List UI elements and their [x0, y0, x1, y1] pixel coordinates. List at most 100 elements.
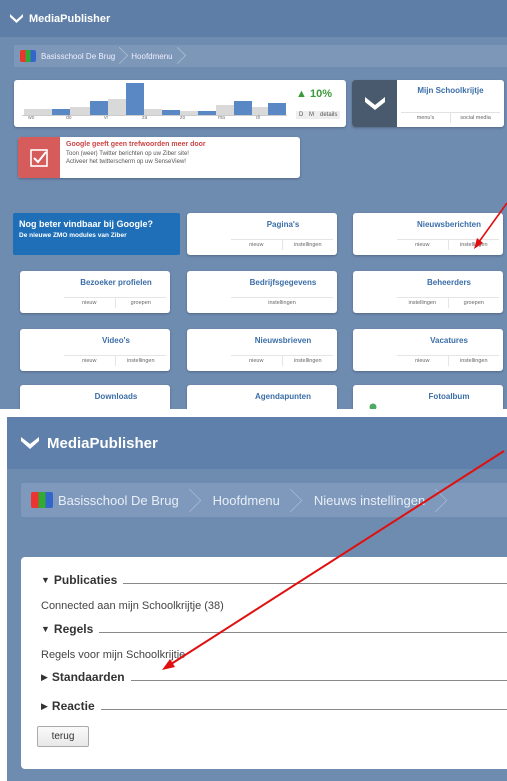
chart-bar [268, 103, 286, 115]
settings-button[interactable]: instellingen [231, 298, 333, 308]
module-vacatures[interactable]: Vacatures nieuw instellingen [353, 329, 503, 371]
module-beheerders[interactable]: Beheerders instellingen groepen [353, 271, 503, 313]
chart-day-label: do [66, 115, 72, 121]
groups-button[interactable]: groepen [114, 298, 167, 308]
publicaties-item[interactable]: Connected aan mijn Schoolkrijtje (38) [41, 600, 224, 612]
text-page-icon: T [187, 213, 227, 255]
new-button[interactable]: nieuw [397, 240, 448, 250]
breadcrumb-home[interactable]: Basisschool De Brug [14, 45, 125, 67]
chart-day-label: vr [104, 115, 109, 121]
social-media-button[interactable]: social media [450, 113, 500, 123]
brand-chevron-icon [21, 437, 39, 449]
breadcrumb-nieuws-instellingen[interactable]: Nieuws instellingen [304, 483, 449, 517]
settings-button[interactable]: instellingen [281, 240, 334, 250]
calendar-icon [187, 385, 227, 409]
settings-button[interactable]: instellingen [114, 356, 167, 366]
visitor-bar-chart [22, 83, 287, 116]
module-name: Nieuwsberichten [416, 220, 481, 229]
chart-day-label: di [256, 115, 260, 121]
download-icon [20, 385, 60, 409]
module-name: Pagina's [266, 220, 300, 229]
schoolkrijtje-icon [352, 80, 397, 127]
chart-bar [162, 110, 180, 115]
brand-chevron-icon [10, 14, 23, 23]
visitor-stats-card: wo do vr za zo ma di ▲ 10% D M details [14, 80, 346, 127]
settings-button[interactable]: instellingen [447, 356, 500, 366]
module-name: Beheerders [426, 278, 472, 287]
new-button[interactable]: nieuw [397, 356, 448, 366]
notice-line: Activeer het twitterscherm op uw SenseVi… [66, 159, 186, 165]
section-standaarden[interactable]: ▶ Standaarden [41, 670, 507, 684]
module-nieuwsbrieven[interactable]: Nieuwsbrieven nieuw instellingen [187, 329, 337, 371]
module-name: Bezoeker profielen [80, 278, 152, 287]
tile-title: Mijn Schoolkrijtje [417, 86, 484, 95]
menus-button[interactable]: menu's [401, 113, 450, 123]
module-videos[interactable]: Video's nieuw instellingen [20, 329, 170, 371]
chart-day-label: wo [28, 115, 35, 121]
news-settings-screenshot: MediaPublisher Basisschool De Brug Hoofd… [7, 417, 507, 781]
expanded-triangle-icon: ▼ [41, 575, 50, 585]
module-nieuwsberichten[interactable]: Nieuwsberichten nieuw instellingen [353, 213, 503, 255]
module-name: Bedrijfsgegevens [249, 278, 317, 287]
section-reactie[interactable]: ▶ Reactie [41, 699, 507, 713]
section-divider [123, 582, 507, 584]
section-title: Publicaties [53, 573, 118, 587]
module-agendapunten[interactable]: Agendapunten nieuwinstellingen [187, 385, 337, 409]
new-button[interactable]: nieuw [64, 356, 115, 366]
back-button[interactable]: terug [37, 726, 89, 747]
person-icon [353, 329, 393, 371]
breadcrumb-hoofdmenu[interactable]: Hoofdmenu [125, 45, 182, 67]
app-header: MediaPublisher [0, 0, 507, 37]
settings-panel: ▼ Publicaties Connected aan mijn Schoolk… [21, 557, 507, 769]
info-icon: i [187, 271, 227, 313]
breadcrumb-home[interactable]: Basisschool De Brug [21, 483, 203, 517]
collapsed-triangle-icon: ▶ [41, 671, 48, 682]
promo-title: Nog beter vindbaar bij Google? [19, 219, 154, 229]
expanded-triangle-icon: ▼ [41, 624, 50, 634]
chart-day-label: ma [218, 115, 225, 121]
svg-text:i: i [205, 286, 209, 300]
breadcrumb: Basisschool De Brug Hoofdmenu Nieuws ins… [21, 483, 507, 517]
module-fotoalbum[interactable]: Fotoalbum groepeninstellingen [353, 385, 503, 409]
groups-button[interactable]: groepen [447, 298, 500, 308]
chart-day-label: za [142, 115, 148, 121]
settings-button[interactable]: instellingen [397, 298, 448, 308]
svg-text:T: T [203, 228, 211, 242]
new-button[interactable]: nieuw [231, 356, 282, 366]
new-button[interactable]: nieuw [64, 298, 115, 308]
chart-bar [90, 101, 108, 115]
zmo-promo-banner[interactable]: Nog beter vindbaar bij Google? De nieuwe… [13, 213, 180, 255]
chart-bar [108, 99, 126, 115]
settings-button[interactable]: instellingen [447, 240, 500, 250]
chart-bar [198, 111, 216, 115]
module-name: Video's [102, 336, 130, 345]
collapsed-triangle-icon: ▶ [41, 700, 48, 711]
module-paginas[interactable]: T Pagina's nieuw instellingen [187, 213, 337, 255]
month-view-button[interactable]: M [306, 111, 317, 119]
app-title: MediaPublisher [29, 12, 111, 25]
users-icon [353, 271, 393, 313]
app-header: MediaPublisher [7, 417, 507, 469]
settings-button[interactable]: instellingen [281, 356, 334, 366]
chart-bar [252, 107, 268, 115]
module-bezoeker-profielen[interactable]: Bezoeker profielen nieuw groepen [20, 271, 170, 313]
module-downloads[interactable]: Downloads groepeninstellingen [20, 385, 170, 409]
notice-card[interactable]: Google geeft geen trefwoorden meer door … [18, 137, 300, 178]
mail-icon [187, 329, 227, 371]
arrow-up-icon: ▲ [296, 88, 307, 100]
new-button[interactable]: nieuw [231, 240, 282, 250]
module-bedrijfsgegevens[interactable]: i Bedrijfsgegevens instellingen [187, 271, 337, 313]
breadcrumb-hoofdmenu[interactable]: Hoofdmenu [203, 483, 304, 517]
section-regels[interactable]: ▼ Regels [41, 622, 507, 636]
day-view-button[interactable]: D [296, 111, 307, 119]
breadcrumb-label: Basisschool De Brug [58, 492, 179, 508]
section-divider [130, 679, 507, 681]
growth-value: 10% [309, 88, 332, 100]
regels-item[interactable]: Regels voor mijn Schoolkrijtje [41, 649, 185, 661]
details-button[interactable]: details [317, 111, 341, 119]
module-name: Nieuwsbrieven [254, 336, 312, 345]
section-title: Regels [53, 622, 94, 636]
promo-subtitle: De nieuwe ZMO modules van Ziber [19, 232, 127, 239]
schoolkrijtje-tile[interactable]: Mijn Schoolkrijtje menu's social media [352, 80, 504, 127]
section-publicaties[interactable]: ▼ Publicaties [41, 573, 507, 587]
